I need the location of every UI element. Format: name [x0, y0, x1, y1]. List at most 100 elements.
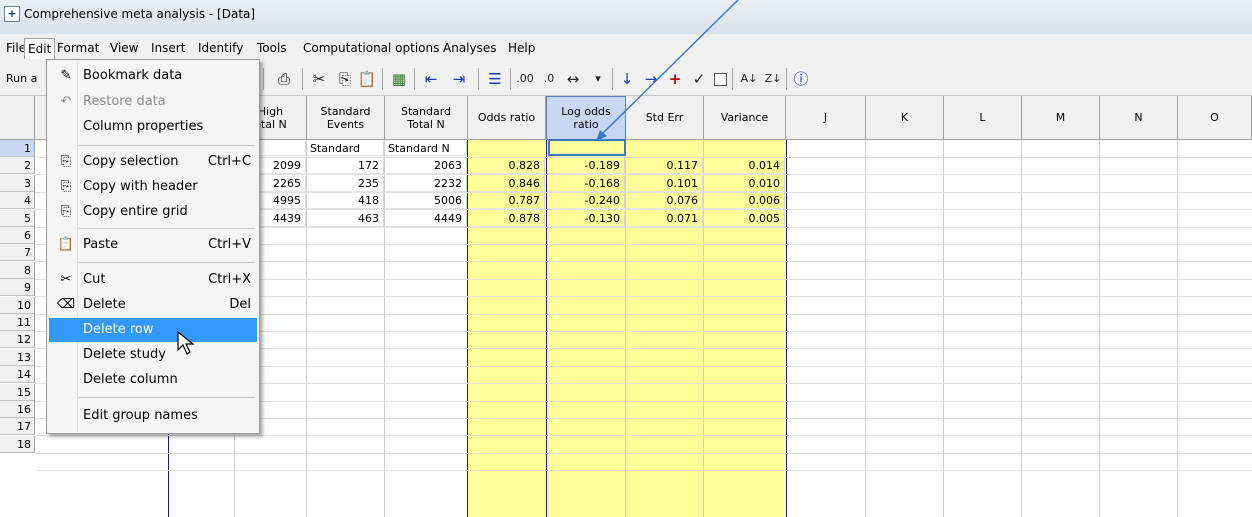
column-header-k[interactable]: K: [866, 96, 944, 140]
menu-item-delete-column[interactable]: Delete column: [49, 368, 257, 392]
row-header[interactable]: 6: [0, 227, 35, 244]
row-header[interactable]: 3: [0, 174, 35, 192]
table-cell[interactable]: -0.168: [547, 175, 625, 192]
increase-decimals-icon[interactable]: .00: [514, 68, 536, 90]
menu-item-delete-study[interactable]: Delete study: [49, 343, 257, 367]
table-cell[interactable]: 0.005: [704, 210, 785, 227]
table-cell[interactable]: 0.076: [626, 193, 703, 210]
menu-item-column-properties[interactable]: Column properties: [49, 115, 257, 139]
menu-item-delete[interactable]: ⌫ Delete Del: [49, 293, 257, 317]
table-cell[interactable]: 0.846: [468, 175, 545, 192]
table-cell[interactable]: 0.014: [704, 158, 785, 175]
table-cell[interactable]: 235: [307, 175, 384, 192]
row-header[interactable]: 5: [0, 209, 35, 227]
row-header[interactable]: 14: [0, 366, 35, 384]
copy-icon[interactable]: ⎘: [334, 68, 356, 90]
table-cell[interactable]: 2232: [385, 175, 467, 192]
row-header[interactable]: 12: [0, 331, 35, 349]
menu-help[interactable]: Help: [508, 38, 535, 59]
table-cell[interactable]: -0.130: [547, 210, 625, 227]
menu-view[interactable]: View: [110, 38, 138, 59]
align-icon[interactable]: ☰: [484, 68, 506, 90]
column-header-m[interactable]: M: [1022, 96, 1100, 140]
column-width-icon[interactable]: ↔: [562, 68, 584, 90]
row-header[interactable]: 17: [0, 418, 35, 436]
table-cell[interactable]: 463: [307, 210, 384, 227]
row-header[interactable]: 4: [0, 192, 35, 210]
table-cell[interactable]: 0.828: [468, 158, 545, 175]
column-header-standard-total-n[interactable]: Standard Total N: [385, 96, 468, 140]
print-icon[interactable]: ⎙: [272, 68, 296, 90]
menu-identify[interactable]: Identify: [198, 38, 243, 59]
add-icon[interactable]: +: [664, 68, 686, 90]
column-header-o[interactable]: O: [1178, 96, 1252, 140]
cell-label[interactable]: Standard N: [385, 141, 467, 156]
checkbox-icon[interactable]: [712, 68, 728, 90]
menu-analyses[interactable]: Analyses: [443, 38, 497, 59]
sort-ascending-icon[interactable]: A↓: [738, 68, 760, 90]
menu-item-copy-entire-grid[interactable]: ⎘ Copy entire grid: [49, 200, 257, 224]
menu-item-copy-selection[interactable]: ⎘ Copy selection Ctrl+C: [49, 150, 257, 174]
menu-item-cut[interactable]: ✂ Cut Ctrl+X: [49, 268, 257, 292]
cut-icon[interactable]: ✂: [308, 68, 330, 90]
column-header-standard-events[interactable]: Standard Events: [307, 96, 385, 140]
menu-edit[interactable]: Edit: [24, 38, 56, 59]
table-cell[interactable]: -0.240: [547, 193, 625, 210]
table-cell[interactable]: 0.006: [704, 193, 785, 210]
column-header-variance[interactable]: Variance: [704, 96, 786, 140]
indent-decrease-icon[interactable]: ⇤: [418, 68, 444, 90]
table-cell[interactable]: 0.071: [626, 210, 703, 227]
row-header[interactable]: 15: [0, 383, 35, 401]
table-cell[interactable]: 2063: [385, 158, 467, 175]
menu-item-restore-data[interactable]: ↶ Restore data: [49, 90, 257, 114]
checkmark-icon[interactable]: ✓: [688, 68, 710, 90]
table-cell[interactable]: 418: [307, 193, 384, 210]
table-cell[interactable]: 0.787: [468, 193, 545, 210]
menu-format[interactable]: Format: [57, 38, 99, 59]
row-header[interactable]: 8: [0, 261, 35, 279]
table-cell[interactable]: 172: [307, 158, 384, 175]
menu-item-bookmark-data[interactable]: ✎ Bookmark data: [49, 64, 257, 88]
table-cell[interactable]: 5006: [385, 193, 467, 210]
table-cell[interactable]: 0.117: [626, 158, 703, 175]
table-cell[interactable]: 0.101: [626, 175, 703, 192]
column-header-j[interactable]: J: [786, 96, 866, 140]
sort-descending-icon[interactable]: Z↓: [762, 68, 784, 90]
column-header-log-odds-ratio[interactable]: Log odds ratio: [546, 96, 626, 140]
table-cell[interactable]: -0.189: [547, 158, 625, 175]
row-header[interactable]: 10: [0, 296, 35, 314]
column-header-odds-ratio[interactable]: Odds ratio: [468, 96, 546, 140]
row-header[interactable]: 2: [0, 157, 35, 175]
format-icon[interactable]: ▦: [388, 68, 410, 90]
run-analyses-label[interactable]: Run a: [6, 72, 37, 85]
cell-label[interactable]: Standard: [307, 141, 384, 156]
active-cell[interactable]: [548, 139, 626, 156]
column-header-n[interactable]: N: [1100, 96, 1178, 140]
row-header[interactable]: 18: [0, 435, 35, 453]
table-cell[interactable]: 0.010: [704, 175, 785, 192]
column-header-std-err[interactable]: Std Err: [626, 96, 704, 140]
row-header[interactable]: 11: [0, 314, 35, 331]
help-icon[interactable]: ⓘ: [790, 68, 812, 90]
menu-item-delete-row[interactable]: Delete row: [49, 318, 257, 342]
menu-item-edit-group-names[interactable]: Edit group names: [49, 404, 257, 428]
column-header-l[interactable]: L: [944, 96, 1022, 140]
table-cell[interactable]: 0.878: [468, 210, 545, 227]
menu-item-copy-with-header[interactable]: ⎘ Copy with header: [49, 175, 257, 199]
menu-computational-options[interactable]: Computational options: [303, 38, 439, 59]
menu-item-paste[interactable]: 📋 Paste Ctrl+V: [49, 233, 257, 257]
paste-icon[interactable]: 📋: [356, 68, 378, 90]
move-down-icon[interactable]: ↓: [616, 68, 638, 90]
menu-tools[interactable]: Tools: [257, 38, 287, 59]
row-header[interactable]: 9: [0, 279, 35, 297]
decrease-decimals-icon[interactable]: .0: [538, 68, 560, 90]
row-header[interactable]: 7: [0, 244, 35, 262]
dropdown-arrow-icon[interactable]: ▾: [588, 68, 608, 90]
menu-insert[interactable]: Insert: [151, 38, 185, 59]
row-header[interactable]: 13: [0, 348, 35, 366]
table-cell[interactable]: 4449: [385, 210, 467, 227]
move-right-icon[interactable]: →: [640, 68, 662, 90]
indent-increase-icon[interactable]: ⇥: [446, 68, 472, 90]
row-header[interactable]: 1: [0, 140, 35, 157]
row-header[interactable]: 16: [0, 401, 35, 418]
